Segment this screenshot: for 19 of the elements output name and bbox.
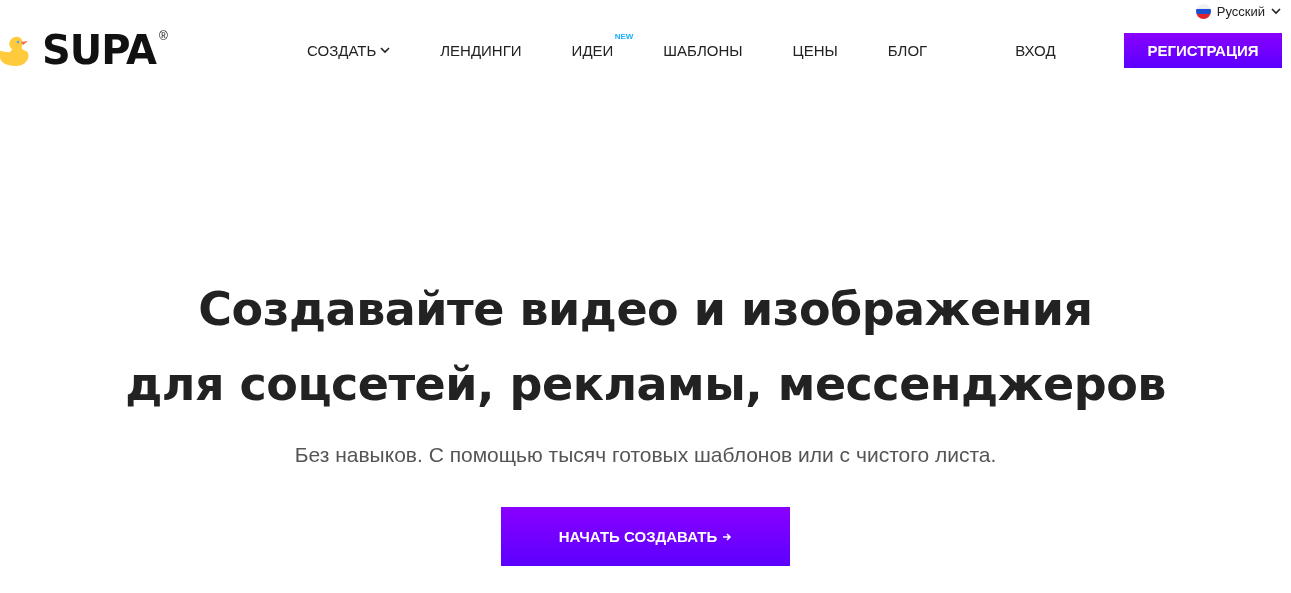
nav-link[interactable]: ЦЕНЫ xyxy=(792,41,838,59)
nav-link[interactable]: БЛОГ xyxy=(887,41,928,59)
register-button[interactable]: РЕГИСТРАЦИЯ xyxy=(1124,32,1282,68)
language-selector[interactable]: Русский xyxy=(1195,3,1281,19)
registered-mark: ® xyxy=(158,29,168,43)
chevron-down-icon xyxy=(380,46,391,54)
nav-link[interactable]: ЛЕНДИНГИ xyxy=(440,41,522,59)
logo-wordmark: SUPA xyxy=(42,29,156,71)
nav-link[interactable]: ШАБЛОНЫ xyxy=(663,41,743,59)
nav-dropdown[interactable]: СОЗДАТЬ xyxy=(307,41,391,59)
start-creating-button[interactable]: НАЧАТЬ СОЗДАВАТЬ xyxy=(501,507,790,566)
login-link[interactable]: ВХОД xyxy=(1015,41,1056,59)
chevron-down-icon xyxy=(1271,7,1281,15)
hero-heading: для соцсетей, рекламы, мессенджеров xyxy=(125,356,1166,413)
hero-subtitle: Без навыков. С помощью тысяч готовых шаблонов или с чистого листа. xyxy=(294,443,997,467)
hero-heading: Создавайте видео и изображения xyxy=(197,281,1094,338)
new-label: NEW xyxy=(614,31,634,41)
arrow-right-icon xyxy=(723,532,733,541)
flag-icon xyxy=(1195,3,1211,19)
